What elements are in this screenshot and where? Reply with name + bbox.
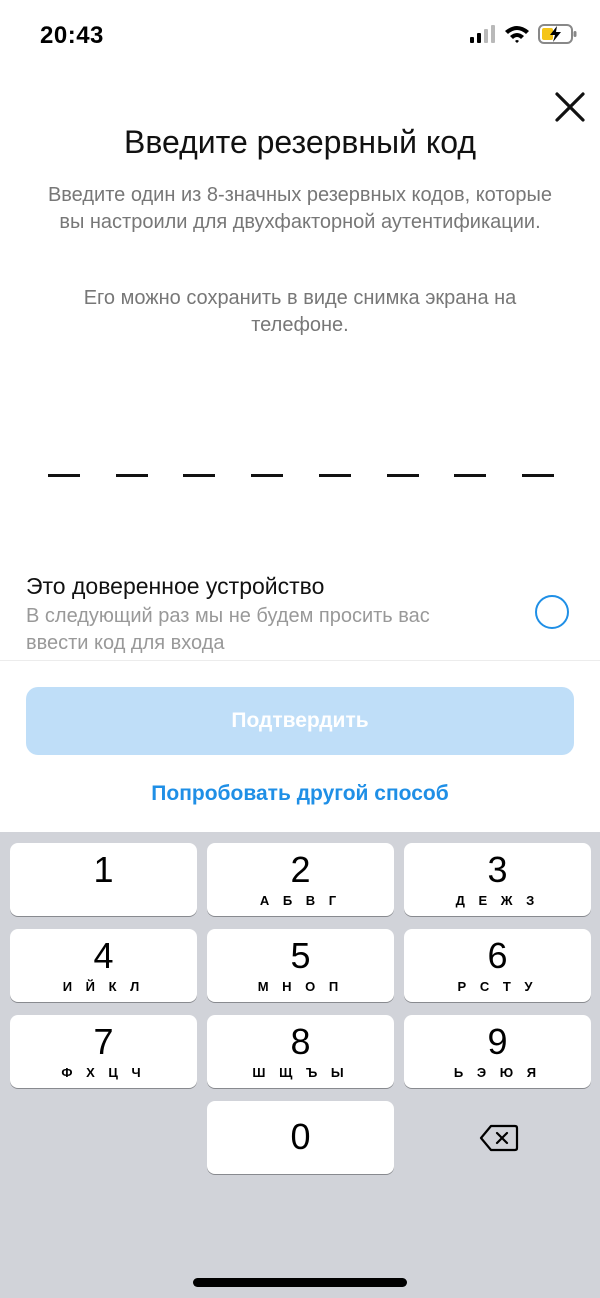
close-button[interactable] [548, 86, 590, 128]
status-icons [470, 24, 578, 49]
key-digit: 9 [487, 1021, 508, 1062]
code-digit-slot[interactable] [48, 452, 80, 477]
signal-icon [470, 25, 496, 48]
keypad-key-3[interactable]: 3 Д Е Ж З [404, 843, 591, 916]
code-digit-slot[interactable] [318, 452, 351, 477]
key-digit: 8 [290, 1021, 311, 1062]
trusted-device-option[interactable]: Это доверенное устройство В следующий ра… [26, 570, 486, 657]
key-digit: 4 [93, 935, 114, 976]
key-digit: 6 [487, 935, 508, 976]
keypad-key-9[interactable]: 9 Ь Э Ю Я [404, 1015, 591, 1088]
keypad-key-7[interactable]: 7 Ф Х Ц Ч [10, 1015, 197, 1088]
page-title: Введите резервный код [124, 124, 476, 160]
home-indicator[interactable] [193, 1278, 407, 1287]
status-time: 20:43 [40, 22, 104, 49]
keypad-key-2[interactable]: 2 А Б В Г [207, 843, 394, 916]
keypad-key-5[interactable]: 5 М Н О П [207, 929, 394, 1002]
try-another-way-link[interactable]: Попробовать другой способ [0, 782, 600, 806]
wifi-icon [504, 25, 530, 48]
keypad-key-4[interactable]: 4 И Й К Л [10, 929, 197, 1002]
key-letters: Д Е Ж З [455, 893, 540, 908]
battery-charging-icon [538, 24, 578, 49]
key-digit: 0 [290, 1116, 311, 1157]
key-letters: Ф Х Ц Ч [61, 1065, 146, 1080]
key-digit: 7 [93, 1021, 114, 1062]
keypad-key-1[interactable]: 1 [10, 843, 197, 916]
key-letters: А Б В Г [259, 893, 342, 908]
status-bar: 20:43 [0, 0, 600, 72]
screenshot-hint-text: Его можно сохранить в виде снимка экрана… [83, 287, 517, 336]
keypad-key-6[interactable]: 6 Р С Т У [404, 929, 591, 1002]
code-digit-slot[interactable] [183, 452, 216, 477]
trusted-device-radio[interactable] [535, 595, 569, 629]
keypad-key-8[interactable]: 8 Ш Щ Ъ Ы [207, 1015, 394, 1088]
key-letters: И Й К Л [62, 979, 145, 994]
key-letters: Р С Т У [457, 979, 538, 994]
key-digit: 5 [290, 935, 311, 976]
key-letters: Ш Щ Ъ Ы [252, 1065, 349, 1080]
backup-code-input[interactable] [48, 452, 554, 477]
trusted-device-description: В следующий раз мы не будем просить вас … [26, 605, 430, 654]
keypad-delete-button[interactable] [405, 1101, 592, 1174]
code-digit-slot[interactable] [454, 452, 487, 477]
code-digit-slot[interactable] [251, 452, 284, 477]
description-text: Введите один из 8-значных резервных кодо… [47, 184, 553, 233]
code-digit-slot[interactable] [115, 452, 148, 477]
key-letters: Ь Э Ю Я [453, 1065, 542, 1080]
trusted-device-title: Это доверенное устройство [26, 573, 325, 599]
code-digit-slot[interactable] [386, 452, 419, 477]
key-letters: М Н О П [257, 979, 344, 994]
divider [0, 660, 600, 661]
key-digit: 3 [487, 849, 508, 890]
key-digit: 1 [93, 849, 114, 890]
confirm-button[interactable]: Подтвердить [26, 687, 574, 755]
close-icon [555, 92, 585, 122]
backspace-icon [479, 1124, 518, 1151]
keypad-key-0[interactable]: 0 [207, 1101, 394, 1174]
code-digit-slot[interactable] [521, 452, 554, 477]
key-digit: 2 [290, 849, 311, 890]
